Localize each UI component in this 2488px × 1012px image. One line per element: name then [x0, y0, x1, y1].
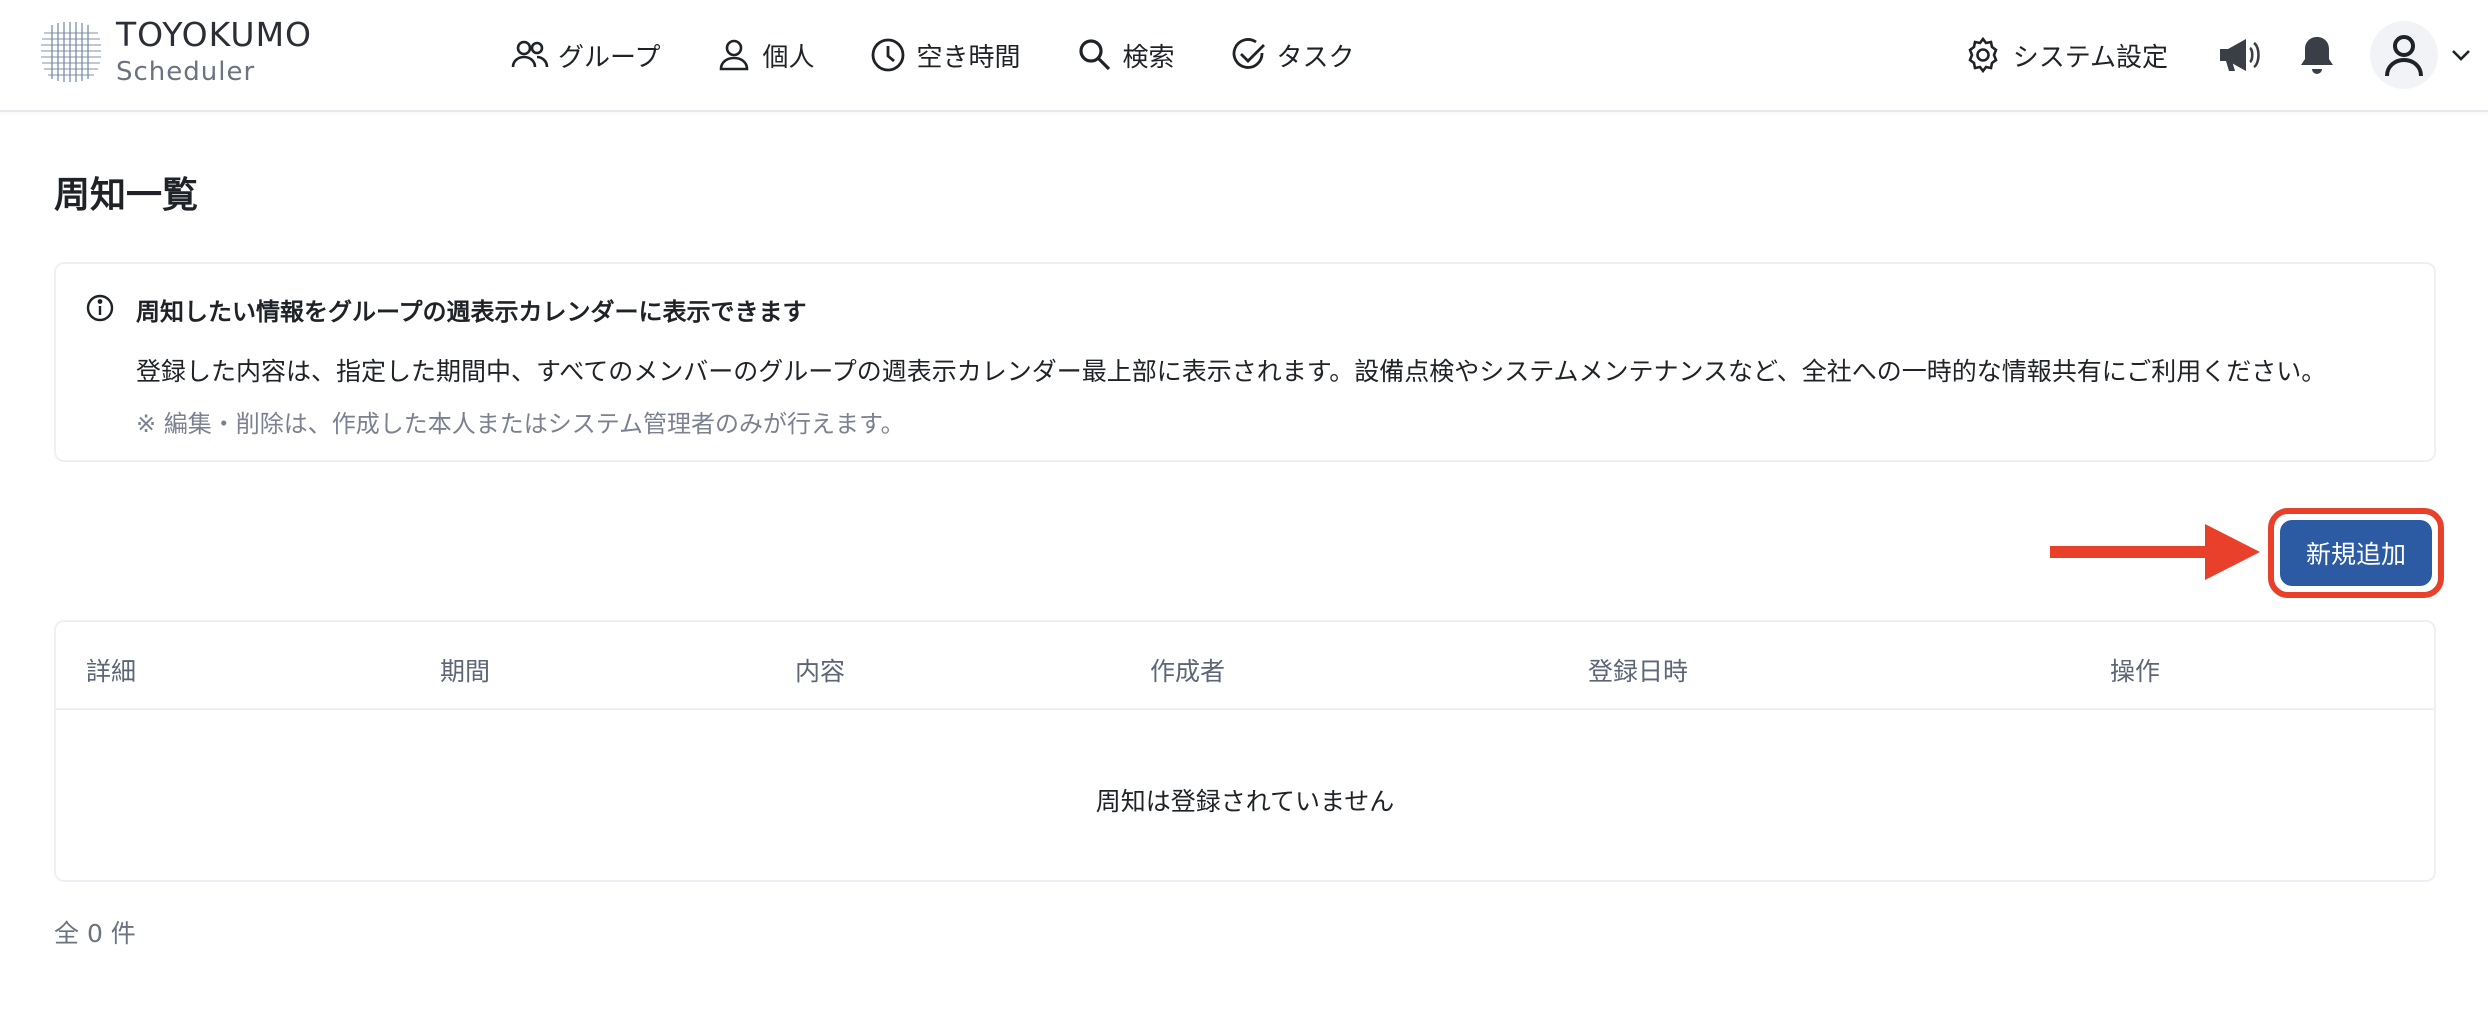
users-icon — [511, 40, 549, 68]
nav-search-label: 検索 — [1122, 42, 1175, 73]
notice-table: 詳細 期間 内容 作成者 登録日時 操作 周知は登録されていません — [54, 620, 2436, 882]
column-header-period: 期間 — [440, 657, 491, 686]
info-description: 登録した内容は、指定した期間中、すべてのメンバーのグループの週表示カレンダー最上… — [136, 357, 2327, 386]
column-header-registered-at: 登録日時 — [1588, 657, 1689, 686]
column-header-creator: 作成者 — [1150, 657, 1226, 686]
check-circle-icon — [1232, 38, 1265, 69]
table-header: 詳細 期間 内容 作成者 登録日時 操作 — [56, 622, 2434, 710]
column-header-content: 内容 — [795, 657, 846, 686]
bell-icon — [2301, 37, 2333, 74]
avatar — [2370, 21, 2438, 89]
nav-free-time[interactable]: 空き時間 — [868, 30, 1020, 80]
highlight-arrow-icon — [2050, 524, 2260, 580]
nav-task[interactable]: タスク — [1229, 30, 1355, 80]
nav-search[interactable]: 検索 — [1074, 30, 1175, 80]
system-settings-link[interactable]: システム設定 — [1963, 35, 2168, 75]
info-note: ※ 編集・削除は、作成した本人またはシステム管理者のみが行えます。 — [136, 410, 905, 438]
nav-personal-label: 個人 — [762, 42, 815, 73]
total-count: 全 0 件 — [54, 919, 136, 948]
add-new-button[interactable]: 新規追加 — [2280, 520, 2432, 586]
nav-group[interactable]: グループ — [510, 30, 660, 80]
nav-task-label: タスク — [1276, 42, 1355, 73]
user-menu[interactable] — [2370, 21, 2474, 89]
notification-button[interactable] — [2292, 30, 2342, 80]
nav-free-time-label: 空き時間 — [916, 42, 1021, 73]
logo-text: TOYOKUMO Scheduler — [116, 18, 312, 85]
nav-group-label: グループ — [558, 42, 661, 73]
empty-message: 周知は登録されていません — [1095, 787, 1395, 816]
announcement-button[interactable] — [2214, 30, 2264, 80]
megaphone-icon — [2220, 39, 2260, 71]
column-header-actions: 操作 — [2110, 657, 2161, 686]
app-logo[interactable]: TOYOKUMO Scheduler — [38, 18, 312, 85]
info-icon — [86, 294, 114, 322]
clock-icon — [872, 38, 905, 72]
info-box: 周知したい情報をグループの週表示カレンダーに表示できます 登録した内容は、指定し… — [54, 262, 2436, 462]
header-right: システム設定 — [1963, 21, 2488, 89]
search-icon — [1079, 39, 1111, 71]
system-settings-label: システム設定 — [2012, 42, 2168, 73]
info-title: 周知したい情報をグループの週表示カレンダーに表示できます — [136, 298, 807, 326]
main-nav: グループ 個人 空き時間 検索 タスク — [510, 30, 1409, 80]
user-icon — [720, 39, 749, 71]
page-title: 周知一覧 — [54, 175, 199, 216]
avatar-icon — [2385, 35, 2423, 77]
column-header-detail: 詳細 — [86, 657, 137, 686]
nav-personal[interactable]: 個人 — [714, 30, 814, 80]
logo-title: TOYOKUMO — [116, 15, 313, 54]
logo-mark-icon — [41, 21, 101, 82]
chevron-down-icon — [2452, 50, 2470, 61]
top-header: TOYOKUMO Scheduler グループ 個人 空き時間 検索 タスク シ… — [0, 0, 2488, 112]
gear-icon — [1968, 36, 1998, 74]
logo-subtitle: Scheduler — [116, 57, 256, 87]
